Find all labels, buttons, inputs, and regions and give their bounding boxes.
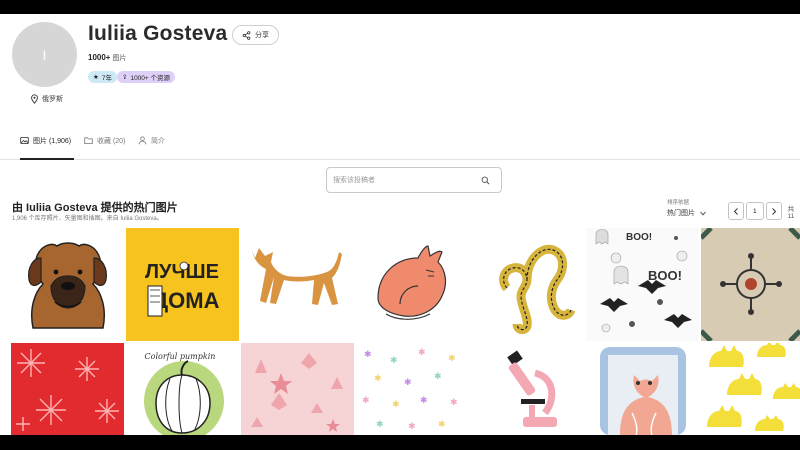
tab-about-label: 简介 [151,138,165,145]
svg-text:✱: ✱ [376,420,384,430]
svg-text:BOO!: BOO! [626,232,652,243]
sort-dropdown[interactable]: 热门图片 [667,208,706,218]
prev-page-button[interactable] [728,202,744,220]
search-icon[interactable] [481,176,490,185]
chevron-right-icon [771,207,776,215]
gallery-image-framed-cat[interactable] [586,343,699,435]
svg-text:✱: ✱ [448,354,456,364]
pink-seashell-pattern-illustration [241,343,354,435]
gallery-image-halloween[interactable]: BOO! BOO! [586,228,699,341]
location-pin-icon [31,94,38,104]
location: 俄罗斯 [30,94,63,104]
sort-label: 排序依据 [667,200,690,206]
profile-tabs: 图片 (1,906) 收藏 (20) 简介 [0,130,800,160]
walking-dog-illustration [241,228,354,341]
svg-text:✱: ✱ [364,350,372,360]
gallery-image-walking-dog[interactable] [241,228,354,341]
gallery-image-confetti[interactable]: ✱ ✱ ✱ ✱ ✱ ✱ ✱ ✱ ✱ ✱ ✱ ✱ ✱ ✱ [356,343,469,435]
resources-badge-label: 1000+ 个资源 [130,75,171,82]
halloween-boo-text: BOO! [648,268,682,283]
svg-text:✱: ✱ [418,348,426,358]
ornamental-tile-illustration [701,228,800,341]
red-snowflake-pattern-illustration [11,343,124,435]
page-number-input[interactable]: 1 [745,202,764,220]
lettering-illustration: ЛУЧШЕ ДОМА [126,228,239,341]
gallery-image-seashells[interactable] [241,343,354,435]
location-label: 俄罗斯 [42,96,63,103]
asset-count-value: 1000+ [88,53,111,62]
pagination: 1 共 11 [728,202,800,220]
chevron-left-icon [733,207,738,215]
svg-text:✱: ✱ [420,396,428,406]
tab-collections-label: 收藏 (20) [97,138,126,145]
pumpkin-drawing-illustration: Colorful pumpkin [126,343,239,435]
years-badge-label: 7年 [101,75,112,82]
gallery-image-snowflakes[interactable] [11,343,124,435]
tab-collections[interactable]: 收藏 (20) [84,136,125,160]
svg-text:✱: ✱ [362,396,370,406]
contributor-search [326,167,502,193]
svg-text:✱: ✱ [434,372,442,382]
yellow-cats-pattern-illustration [701,343,800,435]
svg-text:✱: ✱ [438,420,446,430]
browser-viewport: I 俄罗斯 Iuliia Gosteva 分享 1000+ 图片 ★ 7年 ⇪ 10… [0,14,800,435]
share-button[interactable]: 分享 [232,25,279,45]
confetti-pattern-illustration: ✱ ✱ ✱ ✱ ✱ ✱ ✱ ✱ ✱ ✱ ✱ ✱ ✱ ✱ [356,343,469,435]
lettering-line2: ДОМА [153,288,220,313]
tab-photos[interactable]: 图片 (1,906) [20,136,74,160]
pumpkin-caption: Colorful pumpkin [145,352,216,361]
svg-text:✱: ✱ [390,356,398,366]
star-icon: ★ [93,74,99,81]
halloween-pattern-illustration: BOO! BOO! [586,228,699,341]
svg-text:✱: ✱ [392,400,400,410]
gallery-image-lettering[interactable]: ЛУЧШЕ ДОМА [126,228,239,341]
leo-zodiac-illustration [471,228,584,341]
gallery-image-leo-sign[interactable] [471,228,584,341]
contributor-name: Iuliia Gosteva [88,22,228,45]
gallery-image-yellow-cats[interactable] [701,343,800,435]
sleeping-cat-illustration [356,228,469,341]
image-icon [20,136,29,145]
asset-count-label: 图片 [112,55,127,62]
mastiff-illustration [11,228,124,341]
gallery-image-mastiff[interactable] [11,228,124,341]
svg-text:✱: ✱ [374,374,382,384]
gallery-image-pumpkin[interactable]: Colorful pumpkin [126,343,239,435]
avatar-initial: I [42,46,47,63]
gallery-image-sleeping-cat[interactable] [356,228,469,341]
resources-badge: ⇪ 1000+ 个资源 [117,71,176,83]
asset-count: 1000+ 图片 [88,53,126,63]
share-label: 分享 [255,32,269,39]
tab-photos-label: 图片 (1,906) [33,138,72,145]
upload-icon: ⇪ [122,74,128,81]
avatar: I [12,22,77,87]
tab-about[interactable]: 简介 [138,136,165,160]
svg-text:✱: ✱ [404,378,412,388]
framed-cat-illustration [586,343,699,435]
microscope-illustration [471,343,584,435]
next-page-button[interactable] [765,202,782,220]
folder-icon [84,137,93,145]
page-total: 共 11 [787,205,795,220]
share-icon [242,30,251,40]
gallery-image-ornament[interactable] [701,228,800,341]
sort-selected: 热门图片 [667,210,695,217]
svg-text:✱: ✱ [408,422,416,432]
svg-text:✱: ✱ [450,398,458,408]
section-subtitle: 1,906 个库存照片、矢量图和插图。来自 Iuliia Gosteva。 [12,216,163,222]
search-input[interactable] [333,174,473,186]
gallery-image-microscope[interactable] [471,343,584,435]
person-icon [138,136,147,145]
chevron-down-icon [700,211,706,215]
years-badge: ★ 7年 [88,71,117,83]
